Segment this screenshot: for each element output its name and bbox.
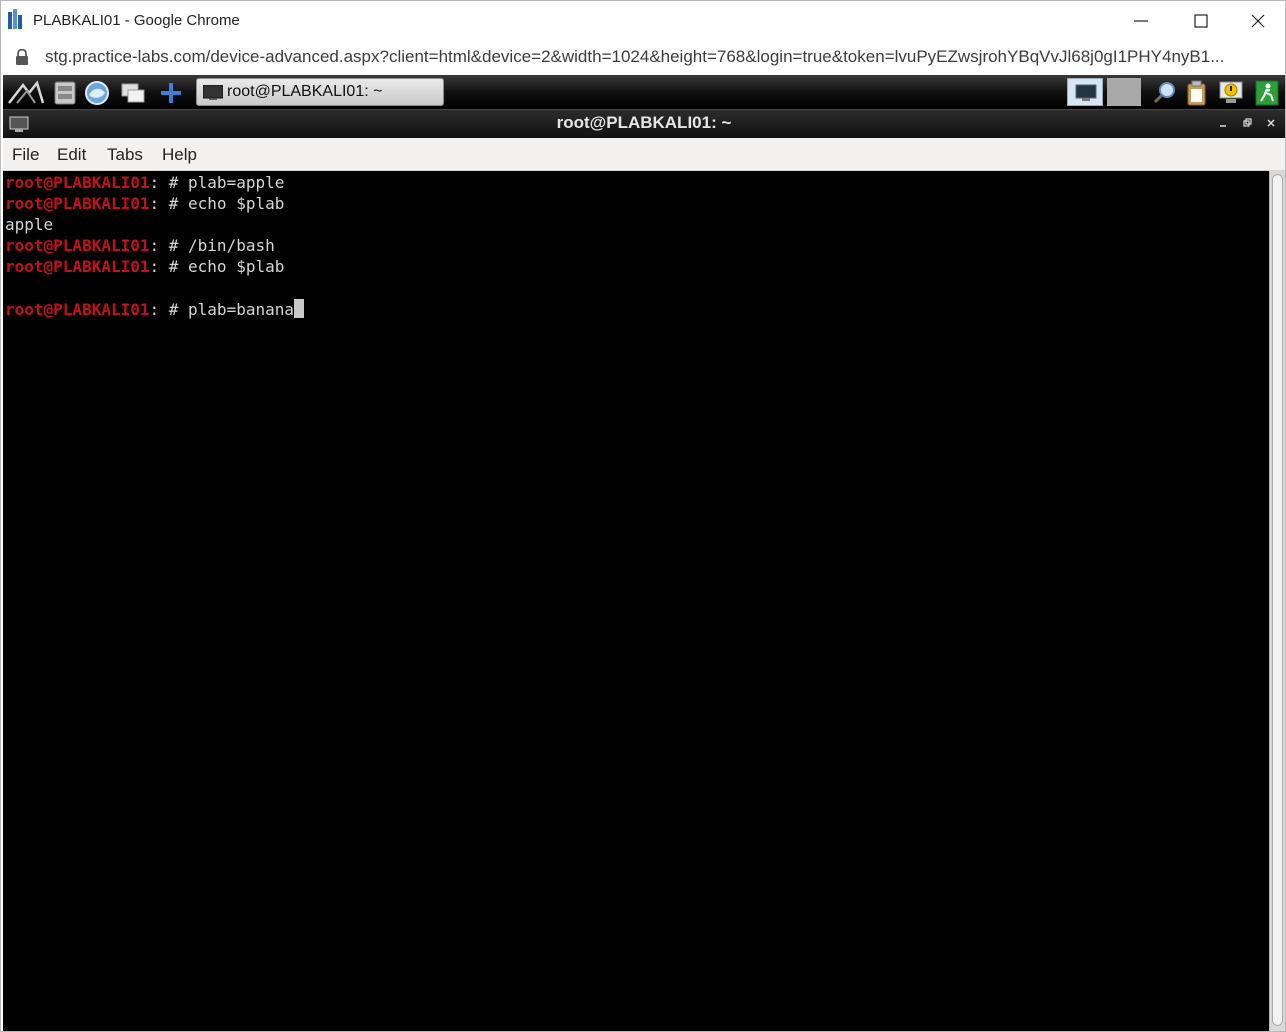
- address-bar[interactable]: stg.practice-labs.com/device-advanced.as…: [1, 41, 1285, 73]
- browser-icon[interactable]: [83, 79, 111, 107]
- terminal-line: root@PLABKALI01: # echo $plab: [5, 194, 284, 215]
- menu-tabs[interactable]: Tabs: [107, 145, 143, 165]
- terminal-cursor: [294, 299, 304, 318]
- close-icon: [1251, 14, 1265, 28]
- terminal-window-title: root@PLABKALI01: ~: [556, 113, 732, 132]
- tray-blank-area: [1107, 78, 1141, 106]
- search-icon[interactable]: [1151, 79, 1179, 107]
- prompt: root@PLABKALI01: [5, 173, 150, 192]
- prompt-separator: : #: [149, 194, 189, 213]
- chrome-title-bar: PLABKALI01 - Google Chrome: [1, 1, 1285, 41]
- alert-icon[interactable]: [1217, 79, 1245, 107]
- minimize-button[interactable]: [1113, 1, 1169, 41]
- prompt: root@PLABKALI01: [5, 257, 150, 276]
- terminal-line: root@PLABKALI01: # echo $plab: [5, 257, 284, 278]
- window-title: PLABKALI01 - Google Chrome: [33, 12, 240, 29]
- clipboard-icon[interactable]: [1183, 79, 1211, 107]
- browser-window: PLABKALI01 - Google Chrome stg.practice-…: [0, 0, 1286, 1032]
- command-text: /bin/bash: [188, 236, 275, 255]
- taskbar-terminal-button[interactable]: root@PLABKALI01: ~: [196, 78, 444, 106]
- monitor-icon: [1075, 84, 1097, 101]
- url-text: stg.practice-labs.com/device-advanced.as…: [45, 47, 1225, 66]
- menu-help[interactable]: Help: [162, 145, 197, 165]
- close-icon: [1267, 119, 1275, 127]
- taskbar-terminal-label: root@PLABKALI01: ~: [227, 83, 383, 100]
- prompt-separator: : #: [149, 173, 189, 192]
- add-icon[interactable]: [157, 79, 185, 107]
- prompt-separator: : #: [149, 236, 189, 255]
- terminal-scrollbar[interactable]: [1269, 171, 1285, 1031]
- terminal-line: root@PLABKALI01: # plab=apple: [5, 173, 284, 194]
- close-button[interactable]: [1230, 1, 1285, 41]
- minimize-icon: [1134, 20, 1148, 22]
- desktop-taskbar: root@PLABKALI01: ~: [3, 75, 1285, 110]
- command-text: plab=banana: [188, 300, 294, 319]
- restore-icon: [1243, 118, 1252, 127]
- output-text: apple: [5, 215, 54, 234]
- maximize-icon: [1194, 14, 1208, 28]
- menu-file[interactable]: File: [12, 145, 39, 165]
- terminal-title-bar: root@PLABKALI01: ~: [3, 110, 1285, 138]
- terminal-icon: [203, 85, 223, 100]
- practice-labs-logo-icon: [8, 9, 22, 29]
- terminal-minimize-button[interactable]: [1213, 114, 1233, 134]
- menu-edit[interactable]: Edit: [57, 145, 86, 165]
- prompt: root@PLABKALI01: [5, 300, 150, 319]
- terminal-line: apple: [5, 215, 53, 236]
- command-text: echo $plab: [188, 194, 285, 213]
- terminal-close-button[interactable]: [1261, 114, 1281, 134]
- command-text: plab=apple: [188, 173, 285, 192]
- show-desktop-icon[interactable]: [119, 79, 147, 107]
- terminal-line: root@PLABKALI01: # plab=banana: [5, 299, 304, 320]
- prompt: root@PLABKALI01: [5, 194, 150, 213]
- terminal-menu-bar: File Edit Tabs Help: [3, 138, 1285, 171]
- scrollbar-thumb[interactable]: [1272, 174, 1283, 1026]
- prompt-separator: : #: [149, 257, 189, 276]
- kali-menu-icon[interactable]: [7, 79, 45, 107]
- prompt-separator: : #: [149, 300, 189, 319]
- prompt: root@PLABKALI01: [5, 236, 150, 255]
- terminal-maximize-button[interactable]: [1237, 114, 1257, 134]
- lock-icon: [16, 49, 28, 65]
- command-text: echo $plab: [188, 257, 285, 276]
- terminal-line: root@PLABKALI01: # /bin/bash: [5, 236, 275, 257]
- minimize-icon: [1220, 125, 1226, 127]
- file-manager-icon[interactable]: [51, 79, 79, 107]
- exit-icon[interactable]: [1253, 79, 1281, 107]
- maximize-button[interactable]: [1173, 1, 1229, 41]
- tray-monitor-button[interactable]: [1067, 78, 1103, 106]
- terminal-output[interactable]: root@PLABKALI01: # plab=apple root@PLABK…: [3, 171, 1269, 1031]
